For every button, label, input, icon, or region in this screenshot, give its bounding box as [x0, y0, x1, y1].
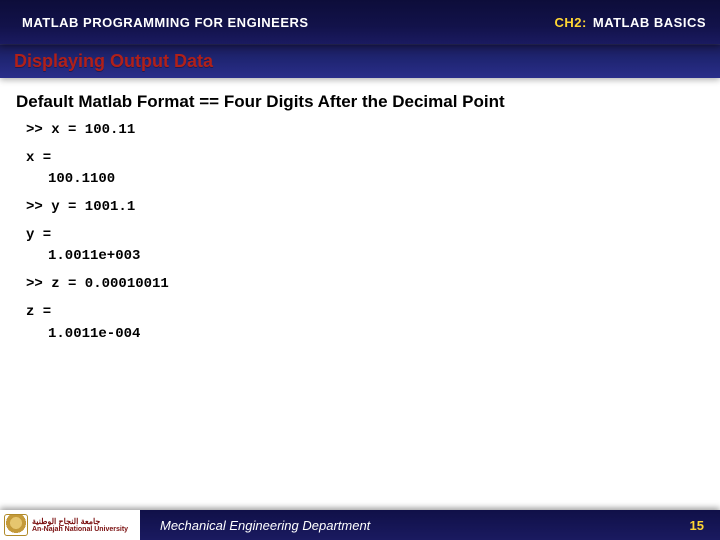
logo-text: جامعة النجاح الوطنية An-Najah National U…	[32, 518, 128, 533]
slide-subtitle: Displaying Output Data	[14, 51, 213, 72]
subtitle-bar: Displaying Output Data	[0, 44, 720, 78]
course-title: MATLAB PROGRAMMING FOR ENGINEERS	[0, 15, 309, 30]
slide: MATLAB PROGRAMMING FOR ENGINEERS CH2: MA…	[0, 0, 720, 540]
department-name: Mechanical Engineering Department	[160, 518, 370, 533]
page-number: 15	[690, 518, 704, 533]
code-line: >> y = 1001.1	[26, 197, 704, 219]
code-line: z =	[26, 302, 704, 324]
emblem-icon	[4, 514, 28, 536]
slide-body: Default Matlab Format == Four Digits Aft…	[0, 78, 720, 345]
lead-text: Default Matlab Format == Four Digits Aft…	[16, 92, 704, 112]
footer-bar: جامعة النجاح الوطنية An-Najah National U…	[0, 510, 720, 540]
chapter-title: MATLAB BASICS	[593, 15, 706, 30]
code-line: 1.0011e-004	[26, 324, 704, 346]
chapter-number: CH2:	[555, 15, 587, 30]
university-logo: جامعة النجاح الوطنية An-Najah National U…	[0, 510, 140, 540]
code-line: >> z = 0.00010011	[26, 274, 704, 296]
chapter-label: CH2: MATLAB BASICS	[555, 0, 706, 44]
code-line: x =	[26, 148, 704, 170]
header-bar: MATLAB PROGRAMMING FOR ENGINEERS CH2: MA…	[0, 0, 720, 44]
logo-arabic: جامعة النجاح الوطنية	[32, 518, 128, 526]
matlab-output: >> x = 100.11 x = 100.1100 >> y = 1001.1…	[16, 120, 704, 345]
code-line: 100.1100	[26, 169, 704, 191]
logo-english: An-Najah National University	[32, 526, 128, 533]
code-line: y =	[26, 225, 704, 247]
code-line: >> x = 100.11	[26, 120, 704, 142]
code-line: 1.0011e+003	[26, 246, 704, 268]
